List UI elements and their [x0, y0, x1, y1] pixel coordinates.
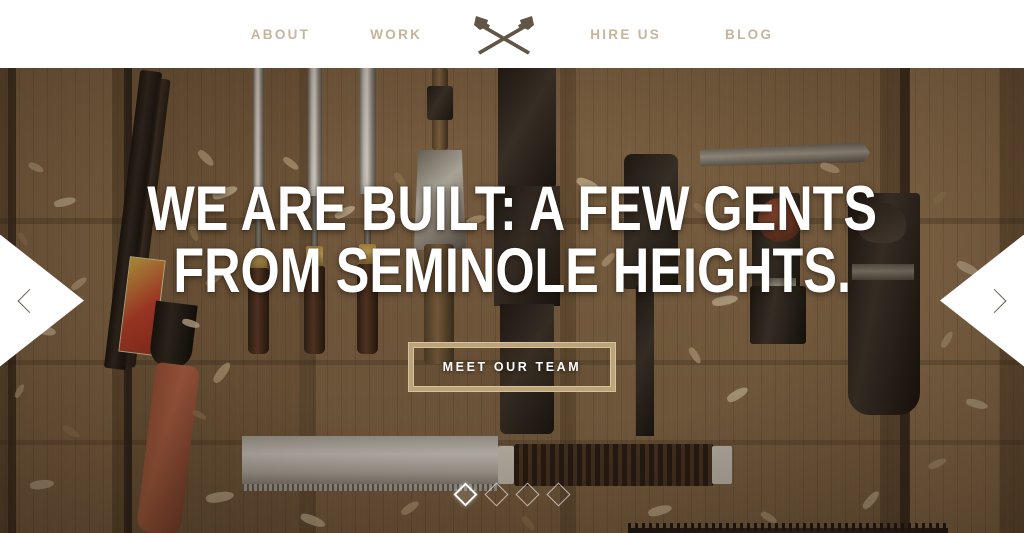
site-logo-link[interactable]	[468, 11, 540, 57]
nav-item-work[interactable]: WORK	[368, 21, 424, 48]
hero-headline: WE ARE BUILT: A FEW GENTS FROM SEMINOLE …	[56, 174, 968, 306]
hero-headline-line-2: FROM SEMINOLE HEIGHTS.	[173, 235, 851, 306]
meet-our-team-button[interactable]: MEET OUR TEAM	[407, 341, 617, 392]
nav-item-about[interactable]: ABOUT	[249, 21, 313, 48]
slider-pagination	[0, 482, 1024, 507]
slider-dot-4[interactable]	[546, 482, 571, 507]
meet-our-team-label: MEET OUR TEAM	[442, 359, 582, 374]
hero-slider: WE ARE BUILT: A FEW GENTS FROM SEMINOLE …	[0, 68, 1024, 533]
slider-dot-2[interactable]	[484, 482, 509, 507]
site-header: ABOUT WORK HIRE US BLOG	[0, 0, 1024, 68]
hero-content: WE ARE BUILT: A FEW GENTS FROM SEMINOLE …	[0, 68, 1024, 533]
nav-item-blog[interactable]: BLOG	[723, 21, 775, 48]
chevron-left-icon	[17, 288, 42, 313]
chevron-right-icon	[982, 288, 1007, 313]
nav-item-hire-us[interactable]: HIRE US	[588, 21, 663, 48]
hero-headline-line-1: WE ARE BUILT: A FEW GENTS	[147, 174, 877, 245]
crossed-axes-logo-icon	[474, 16, 535, 55]
slider-dot-1[interactable]	[453, 482, 478, 507]
landing-page: ABOUT WORK HIRE US BLOG WE ARE BUILT: A …	[0, 0, 1024, 533]
slider-dot-3[interactable]	[515, 482, 540, 507]
main-navigation: ABOUT WORK HIRE US BLOG	[249, 11, 776, 57]
